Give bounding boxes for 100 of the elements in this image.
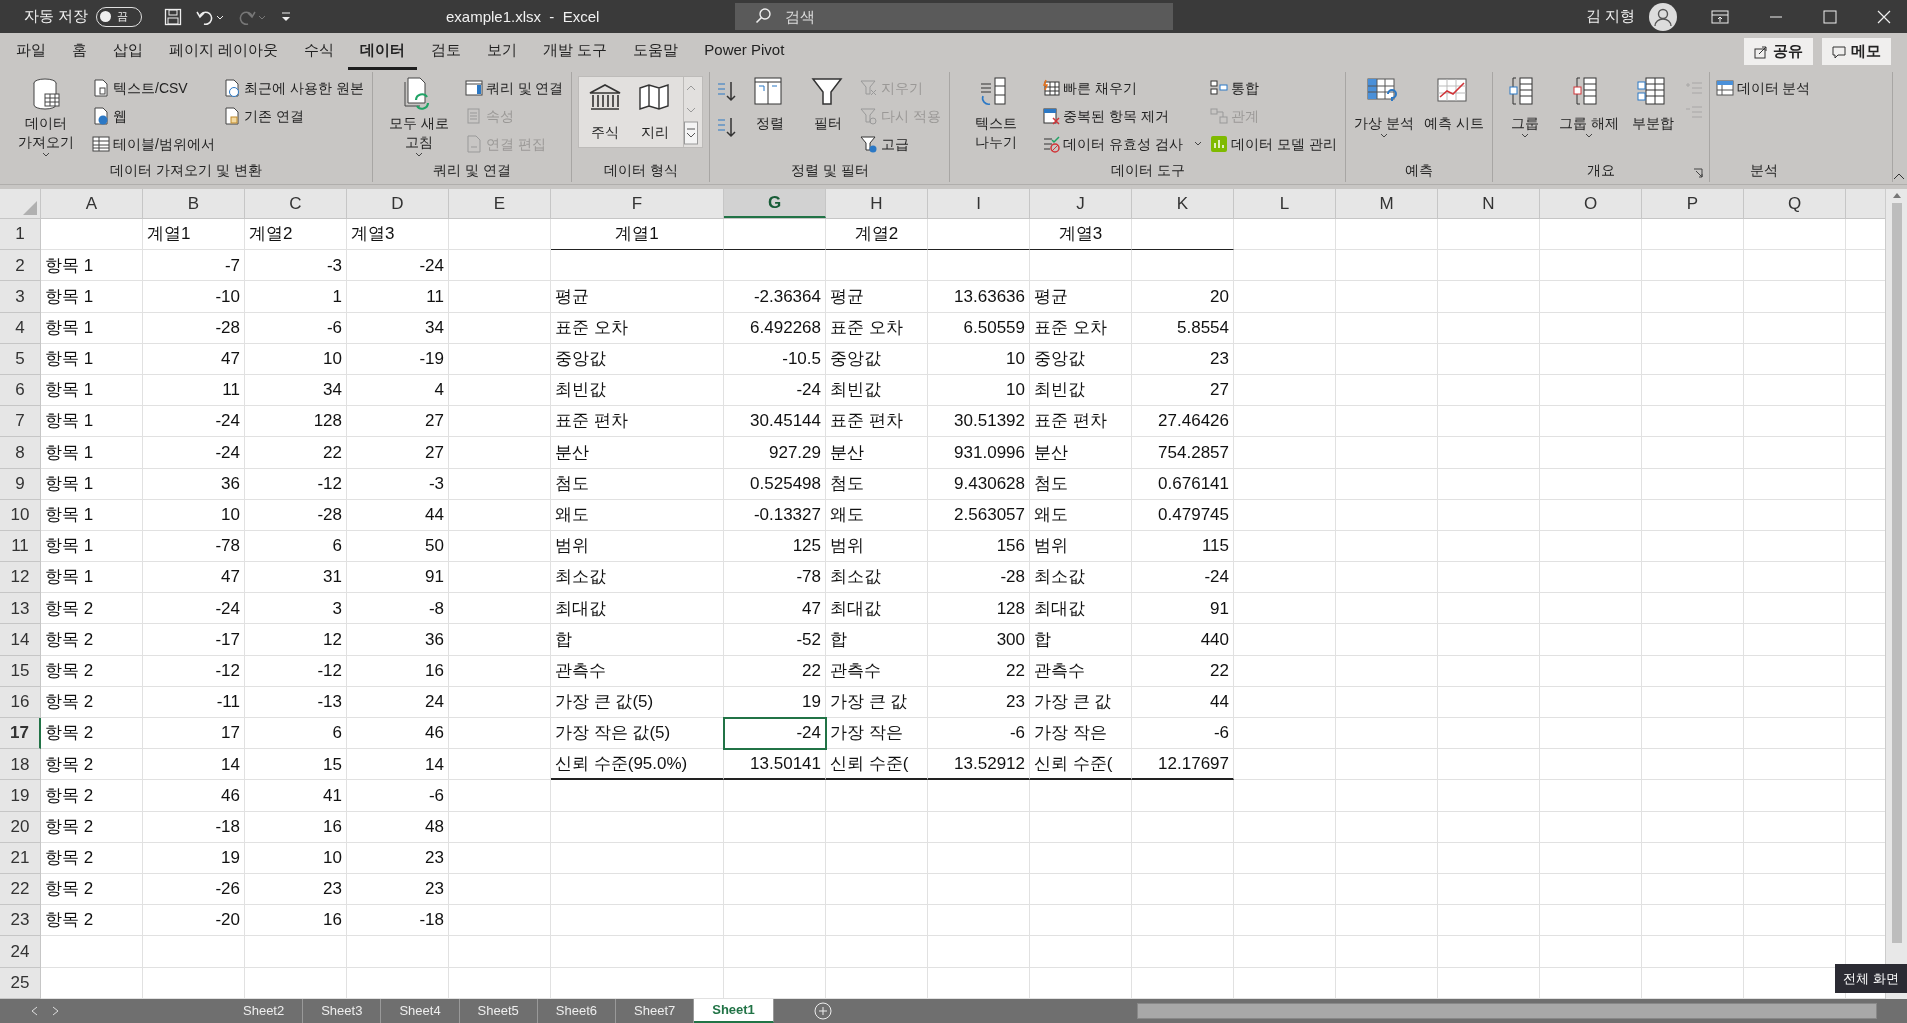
table-cell[interactable] bbox=[1540, 562, 1642, 594]
table-cell[interactable] bbox=[1438, 686, 1540, 718]
table-cell[interactable]: 항목 2 bbox=[41, 749, 143, 781]
table-cell[interactable]: 표준 편차 bbox=[1030, 406, 1132, 438]
table-cell[interactable] bbox=[1030, 967, 1132, 999]
table-cell[interactable] bbox=[1642, 343, 1744, 375]
table-cell[interactable] bbox=[449, 499, 551, 531]
table-cell[interactable] bbox=[449, 624, 551, 656]
table-cell[interactable] bbox=[1540, 530, 1642, 563]
ribbon-button[interactable]: 데이터 가져오기 bbox=[6, 76, 86, 158]
table-cell[interactable] bbox=[1540, 250, 1642, 282]
table-cell[interactable]: 가장 큰 값 bbox=[1030, 686, 1132, 718]
table-cell[interactable]: 300 bbox=[928, 624, 1030, 656]
table-cell[interactable] bbox=[1336, 624, 1438, 656]
table-cell[interactable]: -24 bbox=[1132, 562, 1234, 594]
table-cell[interactable] bbox=[41, 936, 143, 968]
table-cell[interactable] bbox=[1642, 749, 1744, 781]
table-cell[interactable]: 1 bbox=[245, 281, 347, 313]
table-cell[interactable] bbox=[449, 873, 551, 906]
table-cell[interactable] bbox=[724, 905, 826, 937]
ribbon-button[interactable]: 그룹 bbox=[1498, 76, 1551, 139]
table-cell[interactable] bbox=[1336, 749, 1438, 781]
table-cell[interactable] bbox=[1744, 530, 1846, 563]
table-cell[interactable] bbox=[449, 437, 551, 469]
table-cell[interactable] bbox=[449, 468, 551, 500]
table-cell[interactable]: 12 bbox=[245, 624, 347, 656]
table-cell[interactable]: -8 bbox=[347, 593, 449, 625]
table-cell[interactable] bbox=[1642, 281, 1744, 313]
row-header[interactable]: 4 bbox=[0, 312, 41, 344]
table-cell[interactable]: 16 bbox=[245, 905, 347, 937]
dialog-launcher-icon[interactable] bbox=[1692, 168, 1703, 178]
table-cell[interactable] bbox=[1540, 780, 1642, 812]
table-cell[interactable] bbox=[449, 312, 551, 344]
table-cell[interactable] bbox=[1132, 967, 1234, 999]
table-cell[interactable]: -3 bbox=[347, 468, 449, 500]
column-header[interactable]: J bbox=[1030, 189, 1132, 218]
table-cell[interactable] bbox=[1642, 936, 1744, 968]
table-cell[interactable]: 30.51392 bbox=[928, 406, 1030, 438]
row-header[interactable]: 20 bbox=[0, 811, 41, 843]
table-cell[interactable] bbox=[1234, 219, 1336, 251]
ribbon-button[interactable]: 정렬 bbox=[744, 76, 797, 133]
table-cell[interactable] bbox=[826, 250, 928, 282]
table-cell[interactable]: 항목 2 bbox=[41, 593, 143, 625]
row-header[interactable]: 18 bbox=[0, 749, 41, 781]
table-cell[interactable] bbox=[1642, 530, 1744, 563]
table-cell[interactable] bbox=[1642, 406, 1744, 438]
table-cell[interactable]: 계열3 bbox=[1030, 219, 1132, 251]
table-cell[interactable]: 계열2 bbox=[245, 219, 347, 251]
table-cell[interactable]: 항목 1 bbox=[41, 406, 143, 438]
ribbon-button[interactable]: 필터 bbox=[802, 76, 855, 133]
table-cell[interactable]: 23 bbox=[347, 873, 449, 906]
horizontal-scrollbar[interactable] bbox=[1137, 1003, 1877, 1019]
table-cell[interactable] bbox=[1030, 842, 1132, 874]
table-cell[interactable] bbox=[1438, 250, 1540, 282]
table-cell[interactable] bbox=[1642, 842, 1744, 874]
sheet-tab[interactable]: Sheet2 bbox=[225, 999, 304, 1023]
table-cell[interactable]: 927.29 bbox=[724, 437, 826, 469]
table-cell[interactable]: 22 bbox=[1132, 655, 1234, 687]
table-cell[interactable] bbox=[1744, 437, 1846, 469]
table-cell[interactable]: 14 bbox=[143, 749, 245, 781]
close-icon[interactable] bbox=[1877, 9, 1891, 24]
sheet-tab[interactable]: Sheet5 bbox=[459, 999, 538, 1023]
ribbon-button[interactable]: 데이터 모델 관리 bbox=[1210, 132, 1339, 156]
table-cell[interactable] bbox=[449, 593, 551, 625]
ribbon-tab[interactable]: 도움말 bbox=[621, 33, 691, 70]
table-cell[interactable]: 평균 bbox=[551, 281, 724, 313]
row-header[interactable]: 21 bbox=[0, 842, 41, 874]
table-cell[interactable]: -28 bbox=[143, 312, 245, 344]
table-cell[interactable] bbox=[1234, 468, 1336, 500]
table-cell[interactable] bbox=[1336, 281, 1438, 313]
table-cell[interactable]: 가장 작은 bbox=[1030, 718, 1132, 750]
table-cell[interactable] bbox=[449, 374, 551, 407]
table-cell[interactable]: 중앙값 bbox=[1030, 343, 1132, 375]
table-cell[interactable]: 항목 1 bbox=[41, 437, 143, 469]
table-cell[interactable]: 왜도 bbox=[551, 499, 724, 531]
ribbon-tab[interactable]: 파일 bbox=[4, 33, 58, 70]
ribbon-button[interactable]: 통합 bbox=[1210, 76, 1339, 100]
table-cell[interactable] bbox=[724, 842, 826, 874]
table-cell[interactable] bbox=[1336, 905, 1438, 937]
table-cell[interactable]: 91 bbox=[347, 562, 449, 594]
table-cell[interactable] bbox=[928, 219, 1030, 251]
table-cell[interactable] bbox=[1438, 624, 1540, 656]
table-cell[interactable] bbox=[1540, 686, 1642, 718]
table-cell[interactable] bbox=[1744, 686, 1846, 718]
table-cell[interactable] bbox=[1540, 281, 1642, 313]
table-cell[interactable] bbox=[1438, 655, 1540, 687]
sheet-tab[interactable]: Sheet4 bbox=[381, 999, 460, 1023]
table-cell[interactable]: 115 bbox=[1132, 530, 1234, 563]
table-cell[interactable]: 27 bbox=[347, 437, 449, 469]
table-cell[interactable] bbox=[1234, 749, 1336, 781]
table-cell[interactable]: 23 bbox=[928, 686, 1030, 718]
table-cell[interactable]: 4 bbox=[347, 374, 449, 407]
table-cell[interactable]: 20 bbox=[1132, 281, 1234, 313]
table-cell[interactable] bbox=[1030, 873, 1132, 906]
table-cell[interactable]: 13.52912 bbox=[928, 749, 1030, 781]
table-cell[interactable]: 첨도 bbox=[826, 468, 928, 500]
table-cell[interactable] bbox=[1030, 936, 1132, 968]
table-cell[interactable] bbox=[449, 905, 551, 937]
table-cell[interactable]: 항목 2 bbox=[41, 842, 143, 874]
table-cell[interactable]: -12 bbox=[245, 655, 347, 687]
